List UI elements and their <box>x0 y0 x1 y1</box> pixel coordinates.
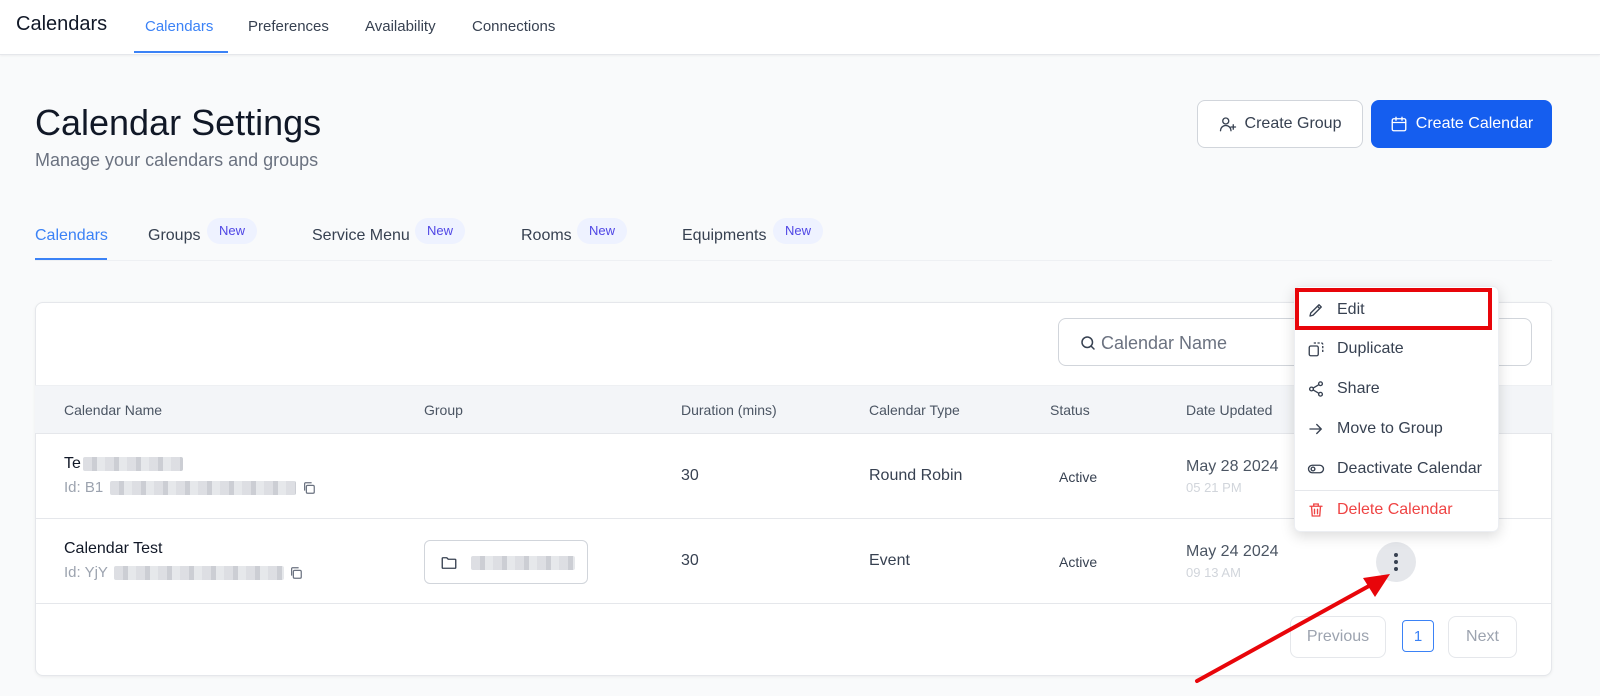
nav-calendars[interactable]: Calendars <box>145 18 213 35</box>
copy-icon[interactable] <box>289 566 303 580</box>
nav-preferences[interactable]: Preferences <box>248 18 329 35</box>
folder-icon <box>441 557 457 569</box>
tab-active-indicator <box>35 258 107 260</box>
create-calendar-button[interactable]: Create Calendar <box>1371 100 1552 148</box>
redacted-text <box>83 457 183 471</box>
date-updated: May 24 2024 <box>1186 543 1279 560</box>
kebab-dot <box>1394 553 1398 557</box>
status-badge: Active <box>1059 554 1098 570</box>
app-title: Calendars <box>16 13 108 35</box>
row-divider <box>35 603 1552 604</box>
previous-button[interactable]: Previous <box>1290 616 1386 658</box>
menu-divider <box>1295 490 1500 491</box>
toggle-icon <box>1307 464 1325 474</box>
calendar-id: Id: YjY <box>64 564 108 581</box>
tabs-divider <box>35 260 1552 261</box>
row-actions-button[interactable] <box>1376 542 1416 582</box>
calendar-type: Round Robin <box>869 467 963 484</box>
menu-item-delete[interactable]: Delete Calendar <box>1295 492 1500 528</box>
new-badge: New <box>415 218 466 244</box>
column-header[interactable]: Date Updated <box>1186 402 1272 418</box>
menu-item-label: Duplicate <box>1337 340 1404 357</box>
status-badge: Active <box>1059 469 1098 485</box>
column-header[interactable]: Duration (mins) <box>681 402 777 418</box>
duplicate-icon <box>1308 342 1324 357</box>
column-header[interactable]: Calendar Name <box>64 402 162 418</box>
search-icon <box>1081 336 1095 350</box>
tab-equipments[interactable]: Equipments <box>682 227 767 245</box>
menu-item-duplicate[interactable]: Duplicate <box>1295 331 1500 367</box>
next-button[interactable]: Next <box>1448 616 1517 658</box>
menu-item-label: Share <box>1337 380 1380 397</box>
menu-item-share[interactable]: Share <box>1295 371 1500 407</box>
column-header[interactable]: Status <box>1050 402 1090 418</box>
menu-item-label: Deactivate Calendar <box>1337 460 1482 477</box>
calendar-icon <box>1391 116 1407 132</box>
create-group-label: Create Group <box>1244 115 1342 132</box>
page-subtitle: Manage your calendars and groups <box>35 150 319 170</box>
user-plus-icon <box>1219 117 1236 132</box>
group-chip[interactable] <box>424 540 588 584</box>
copy-icon[interactable] <box>302 481 316 495</box>
page-title: Calendar Settings <box>35 102 322 143</box>
new-badge: New <box>773 218 824 244</box>
column-header[interactable]: Calendar Type <box>869 402 960 418</box>
arrow-right-icon <box>1309 423 1323 435</box>
annotation-highlight-box <box>1295 288 1492 330</box>
time-updated: 05 21 PM <box>1186 480 1242 495</box>
duration: 30 <box>681 467 699 484</box>
menu-item-label: Move to Group <box>1337 420 1443 437</box>
calendar-name[interactable]: Te <box>64 455 81 473</box>
duration: 30 <box>681 552 699 569</box>
page-number[interactable]: 1 <box>1402 620 1434 652</box>
redacted-text <box>114 566 284 580</box>
menu-item-deactivate[interactable]: Deactivate Calendar <box>1295 451 1500 487</box>
redacted-text <box>110 481 296 495</box>
new-badge: New <box>207 218 258 244</box>
share-icon <box>1308 381 1324 397</box>
trash-icon <box>1309 503 1323 517</box>
nav-connections[interactable]: Connections <box>472 18 555 35</box>
menu-item-move-to-group[interactable]: Move to Group <box>1295 411 1500 447</box>
tab-service-menu[interactable]: Service Menu <box>312 227 410 245</box>
calendar-name[interactable]: Calendar Test <box>64 540 162 558</box>
create-calendar-label: Create Calendar <box>1415 115 1534 132</box>
calendar-type: Event <box>869 552 910 569</box>
column-header[interactable]: Group <box>424 402 463 418</box>
nav-active-indicator <box>134 51 228 53</box>
nav-availability[interactable]: Availability <box>365 18 436 35</box>
tab-groups[interactable]: Groups <box>148 227 200 245</box>
date-updated: May 28 2024 <box>1186 458 1279 475</box>
tab-calendars[interactable]: Calendars <box>35 227 108 245</box>
time-updated: 09 13 AM <box>1186 565 1241 580</box>
calendar-id: Id: B1 <box>64 479 104 496</box>
new-badge: New <box>577 218 628 244</box>
kebab-dot <box>1394 560 1398 564</box>
search-placeholder: Calendar Name <box>1101 333 1228 353</box>
create-group-button[interactable]: Create Group <box>1197 100 1363 148</box>
menu-item-label: Delete Calendar <box>1337 501 1453 518</box>
kebab-dot <box>1394 567 1398 571</box>
tab-rooms[interactable]: Rooms <box>521 227 572 245</box>
redacted-text <box>471 556 575 570</box>
top-nav: Calendars Calendars Preferences Availabi… <box>0 0 1600 55</box>
